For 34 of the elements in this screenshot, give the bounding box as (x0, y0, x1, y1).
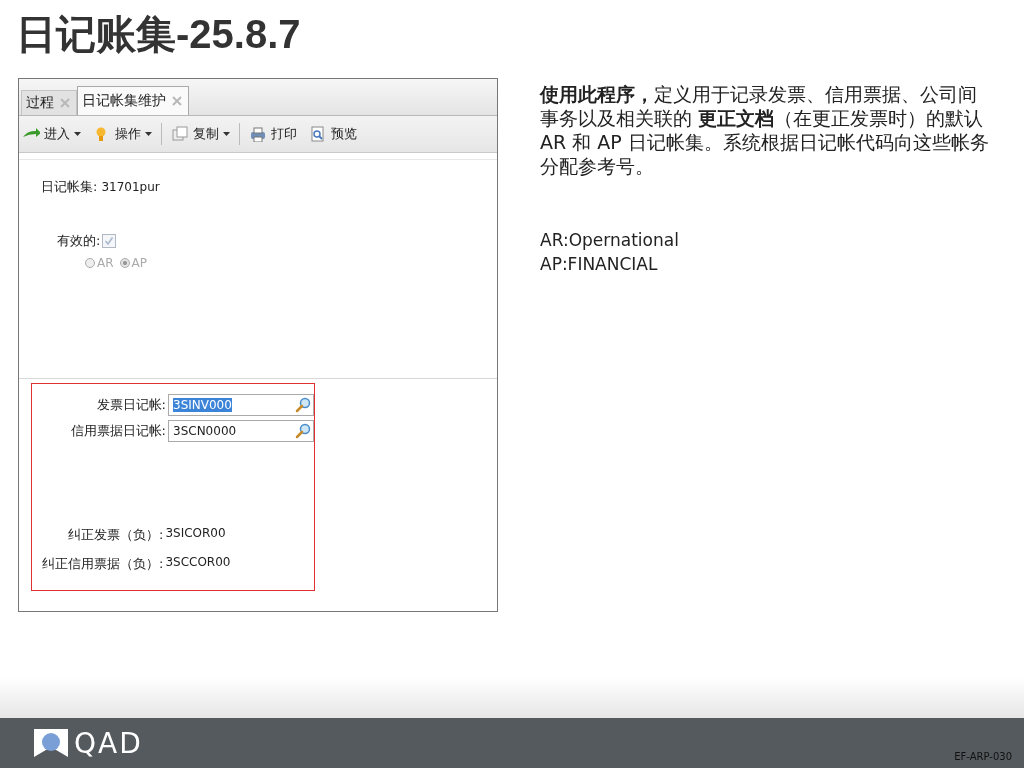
logo-text: QAD (74, 726, 143, 760)
caret-icon (223, 132, 230, 136)
toolbar-button[interactable]: 预览 (306, 123, 360, 145)
copy-icon (171, 126, 189, 142)
toolbar-button[interactable]: 复制 (168, 123, 233, 145)
search-icon (295, 423, 311, 439)
input-field[interactable]: 3SINV000 (168, 394, 314, 416)
field-value: 3SCCOR00 (165, 555, 231, 571)
caret-icon (145, 132, 152, 136)
field-label: 信用票据日记帐: (70, 422, 166, 440)
field-label: 有效的: (57, 232, 101, 250)
preview-icon (309, 126, 327, 142)
field-value: 31701pur (101, 180, 160, 194)
field-value: 3SICOR00 (165, 526, 227, 542)
input-field[interactable]: 3SCN0000 (168, 420, 314, 442)
field-label: 纠正发票（负）: (68, 526, 164, 544)
tab[interactable]: 日记帐集维护 (77, 86, 189, 115)
close-icon (172, 96, 182, 106)
toolbar-button[interactable]: 进入 (19, 123, 84, 145)
field-label: 发票日记帐: (96, 396, 166, 414)
field-label: 纠正信用票据（负）: (42, 555, 164, 573)
note-text: AP:FINANCIAL (540, 253, 659, 276)
note-text: AR:Opernational (540, 229, 680, 252)
toolbar-button[interactable]: 操作 (90, 123, 155, 145)
print-icon (249, 126, 267, 142)
close-icon (60, 98, 70, 108)
tab[interactable]: 过程 (21, 90, 77, 115)
field-label: 日记帐集: (41, 178, 98, 196)
description-text: 使用此程序，定义用于记录发票、信用票据、公司间事务以及相关联的 更正文档（在更正发票时）的默认 AR 和 AP 日记帐集。系统根据日记帐代码向这些帐务分配参考号。 (540, 82, 990, 178)
logo-icon (32, 727, 70, 759)
search-icon (295, 397, 311, 413)
slide-code: EF-ARP-030 (954, 751, 1012, 762)
caret-icon (74, 132, 81, 136)
toolbar-button[interactable]: 打印 (246, 123, 300, 145)
